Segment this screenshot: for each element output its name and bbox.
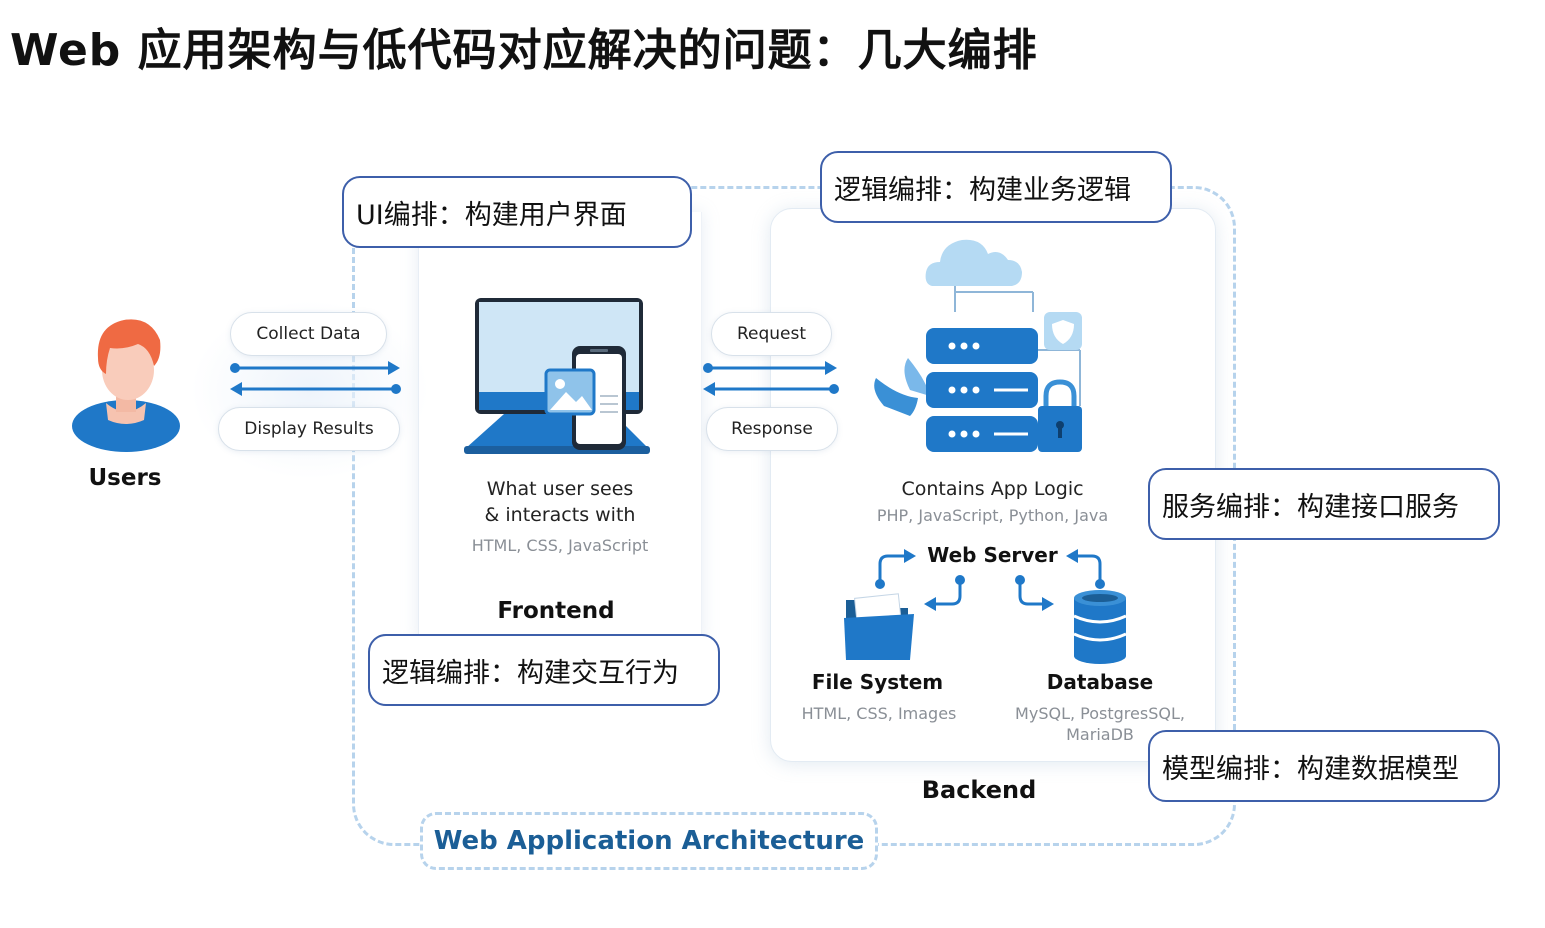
- architecture-title: Web Application Architecture: [420, 812, 878, 870]
- request-pill: Request: [711, 312, 832, 356]
- database-icon: [1073, 590, 1127, 664]
- callout-service-orchestration: 服务编排：构建接口服务: [1148, 468, 1500, 540]
- frontend-desc-line2: & interacts with: [484, 504, 636, 526]
- backend-tech: PHP, JavaScript, Python, Java: [876, 506, 1109, 525]
- database-tech-line1: MySQL, PostgresSQL,: [1015, 704, 1185, 723]
- callout-logic-orchestration-business: 逻辑编排：构建业务逻辑: [820, 151, 1172, 223]
- users-label: Users: [88, 465, 162, 491]
- frontend-desc-line1: What user sees: [486, 478, 634, 500]
- file-system-label: File System: [811, 670, 944, 694]
- collect-data-pill: Collect Data: [230, 312, 387, 356]
- user-flow-arrows: [230, 361, 401, 396]
- response-pill: Response: [706, 407, 838, 451]
- frontend-label: Frontend: [497, 598, 615, 624]
- backend-label: Backend: [921, 776, 1037, 804]
- frontend-tech: HTML, CSS, JavaScript: [471, 536, 649, 555]
- monitor-icon: [464, 298, 650, 454]
- user-avatar-icon: [72, 319, 180, 452]
- callout-model-orchestration: 模型编排：构建数据模型: [1148, 730, 1500, 802]
- server-icon: [874, 239, 1082, 452]
- backend-desc: Contains App Logic: [901, 478, 1084, 500]
- page-title: Web 应用架构与低代码对应解决的问题：几大编排: [10, 25, 1038, 76]
- callout-ui-orchestration: UI编排：构建用户界面: [342, 176, 692, 248]
- callout-logic-orchestration-interaction: 逻辑编排：构建交互行为: [368, 634, 720, 706]
- file-system-tech: HTML, CSS, Images: [801, 704, 957, 723]
- display-results-pill: Display Results: [218, 407, 400, 451]
- http-flow-arrows: [703, 361, 839, 396]
- database-label: Database: [1046, 670, 1154, 694]
- folder-icon: [844, 593, 914, 660]
